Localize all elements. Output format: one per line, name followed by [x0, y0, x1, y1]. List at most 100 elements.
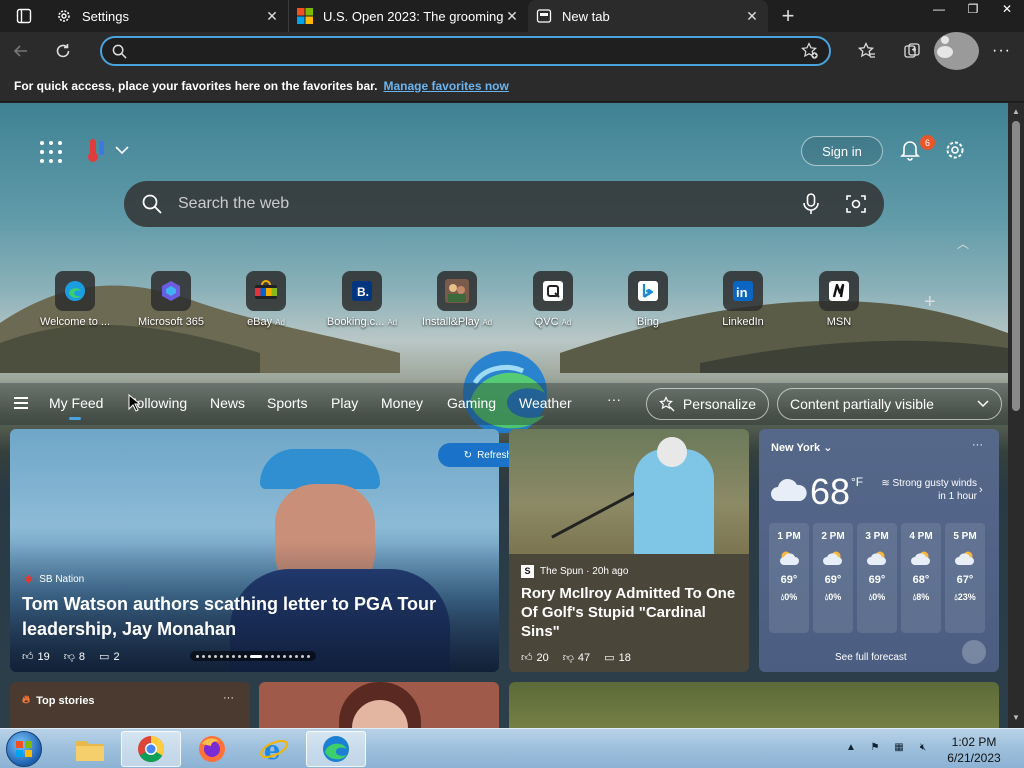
- minimize-button[interactable]: —: [922, 0, 956, 18]
- quick-link-linkedin[interactable]: in LinkedIn: [698, 271, 788, 328]
- dislike-button[interactable]: 👎︎ 47: [563, 651, 590, 665]
- content-visibility-dropdown[interactable]: Content partially visible: [777, 388, 1002, 420]
- address-bar[interactable]: [100, 36, 831, 66]
- volume-muted-icon[interactable]: 🔇︎: [915, 739, 931, 755]
- page-scrollbar[interactable]: ▲ ▼: [1008, 103, 1024, 728]
- refresh-button[interactable]: [42, 32, 84, 70]
- favorites-bar-message: For quick access, place your favorites h…: [14, 78, 378, 93]
- restore-button[interactable]: ❐: [956, 0, 990, 18]
- scroll-down-arrow[interactable]: ▼: [1008, 713, 1024, 722]
- start-button[interactable]: [6, 731, 42, 767]
- tab-us-open[interactable]: U.S. Open 2023: The grooming r ✕: [288, 0, 528, 32]
- carousel-pager[interactable]: [190, 651, 316, 661]
- manage-favorites-link[interactable]: Manage favorites now: [383, 79, 508, 93]
- story-source: S The Spun · 20h ago: [521, 565, 628, 578]
- close-tab-button[interactable]: ✕: [504, 8, 520, 25]
- feed-tab-weather[interactable]: Weather: [519, 395, 572, 411]
- quick-link-ebay[interactable]: eBay Ad: [221, 271, 311, 328]
- top-stories-more-button[interactable]: ···: [223, 692, 234, 704]
- feed-tab-news[interactable]: News: [210, 395, 245, 411]
- add-quick-link-button[interactable]: +: [924, 291, 936, 314]
- comments-button[interactable]: ▭ 18: [604, 651, 631, 665]
- tab-actions-button[interactable]: [0, 0, 48, 32]
- address-input[interactable]: [139, 43, 801, 59]
- tab-settings[interactable]: Settings ✕: [48, 0, 288, 32]
- notifications-button[interactable]: 6: [898, 135, 935, 165]
- more-icon: ···: [992, 42, 1011, 59]
- feed-tab-play[interactable]: Play: [331, 395, 358, 411]
- chevron-right-icon[interactable]: ›: [979, 484, 983, 496]
- comments-button[interactable]: ▭ 2: [99, 650, 120, 664]
- feed-tab-sports[interactable]: Sports: [267, 395, 307, 411]
- quick-link-msn[interactable]: MSN: [794, 271, 884, 328]
- precipitation: 💧︎0%: [824, 592, 842, 602]
- story-card-rory-mcilroy[interactable]: S The Spun · 20h ago Rory McIlroy Admitt…: [509, 429, 749, 672]
- feed-tab-gaming[interactable]: Gaming: [447, 395, 496, 411]
- microphone-icon[interactable]: [802, 193, 820, 215]
- weather-more-button[interactable]: ···: [972, 439, 983, 451]
- visual-search-icon[interactable]: [846, 194, 866, 214]
- quick-link-booking[interactable]: B. Booking.c... Ad: [317, 271, 407, 328]
- sign-in-button[interactable]: Sign in: [801, 136, 883, 166]
- feed-tab-money[interactable]: Money: [381, 395, 423, 411]
- network-icon[interactable]: ▦: [891, 739, 907, 755]
- weather-card[interactable]: New York ⌄ ··· 68 °F ≋ Strong gusty wind…: [759, 429, 999, 672]
- partly-sunny-icon: [911, 551, 930, 565]
- settings-and-more-button[interactable]: ···: [979, 32, 1024, 70]
- quick-link-welcome[interactable]: Welcome to ...: [30, 271, 120, 328]
- quick-link-install-play[interactable]: Install&Play Ad: [412, 271, 502, 328]
- like-button[interactable]: 👍︎ 20: [521, 651, 549, 665]
- favorites-button[interactable]: [844, 32, 889, 70]
- add-favorite-icon[interactable]: [801, 42, 819, 60]
- taskbar-chrome[interactable]: [121, 731, 181, 767]
- top-stories-card[interactable]: 🔥︎ Top stories ···: [10, 682, 250, 728]
- taskbar-internet-explorer[interactable]: e: [244, 731, 304, 767]
- collections-button[interactable]: [889, 32, 934, 70]
- weather-alert[interactable]: ≋ Strong gusty winds in 1 hour: [879, 477, 977, 503]
- profile-button[interactable]: [934, 32, 979, 70]
- story-card[interactable]: [259, 682, 499, 728]
- dislike-button[interactable]: 👎︎ 8: [64, 650, 85, 664]
- avatar: [934, 32, 979, 70]
- tab-label: New tab: [562, 8, 610, 24]
- microsoft-logo-icon: [297, 8, 313, 24]
- quick-link-bing[interactable]: Bing: [603, 271, 693, 328]
- taskbar-clock[interactable]: 1:02 PM 6/21/2023: [940, 734, 1008, 766]
- story-headline[interactable]: Rory McIlroy Admitted To One Of Golf's S…: [521, 584, 741, 641]
- thumbs-up-icon: 👍︎: [22, 651, 34, 663]
- apps-launcher-button[interactable]: [40, 141, 62, 163]
- action-center-icon[interactable]: ⚑: [867, 739, 883, 755]
- page-settings-button[interactable]: [943, 138, 967, 167]
- quick-link-qvc[interactable]: QVC Ad: [508, 271, 598, 328]
- scroll-up-arrow[interactable]: ▲: [1008, 107, 1024, 116]
- weather-map-icon[interactable]: [962, 640, 986, 664]
- tab-new-tab[interactable]: New tab ✕: [528, 0, 768, 32]
- like-button[interactable]: 👍︎ 19: [22, 650, 50, 664]
- see-full-forecast-link[interactable]: See full forecast: [835, 652, 907, 663]
- personalize-button[interactable]: Personalize: [646, 388, 769, 420]
- weather-widget-toggle[interactable]: [85, 137, 129, 163]
- story-card-tom-watson[interactable]: ✱ SB Nation Tom Watson authors scathing …: [10, 429, 499, 672]
- tile: [437, 271, 477, 311]
- story-card[interactable]: [509, 682, 999, 728]
- close-window-button[interactable]: ✕: [990, 0, 1024, 18]
- chevron-up-icon[interactable]: ︿: [957, 235, 969, 252]
- hamburger-menu-icon[interactable]: [14, 397, 28, 412]
- precipitation: 💧︎23%: [954, 592, 976, 602]
- weather-location[interactable]: New York ⌄: [771, 441, 832, 454]
- top-stories-header: 🔥︎ Top stories: [22, 694, 95, 707]
- taskbar-file-explorer[interactable]: [60, 731, 120, 767]
- web-search-box[interactable]: Search the web: [124, 181, 884, 227]
- scrollbar-thumb[interactable]: [1012, 121, 1020, 411]
- back-button[interactable]: [0, 32, 42, 70]
- taskbar-edge[interactable]: [306, 731, 366, 767]
- close-tab-button[interactable]: ✕: [744, 8, 760, 25]
- new-tab-button[interactable]: +: [768, 0, 808, 32]
- feed-more-button[interactable]: ···: [607, 391, 621, 407]
- taskbar-firefox[interactable]: [182, 731, 242, 767]
- story-headline[interactable]: Tom Watson authors scathing letter to PG…: [22, 592, 472, 642]
- quick-link-microsoft-365[interactable]: Microsoft 365: [126, 271, 216, 328]
- show-hidden-icons-button[interactable]: ▲: [843, 739, 859, 755]
- close-tab-button[interactable]: ✕: [264, 8, 280, 25]
- feed-tab-my-feed[interactable]: My Feed: [49, 395, 103, 420]
